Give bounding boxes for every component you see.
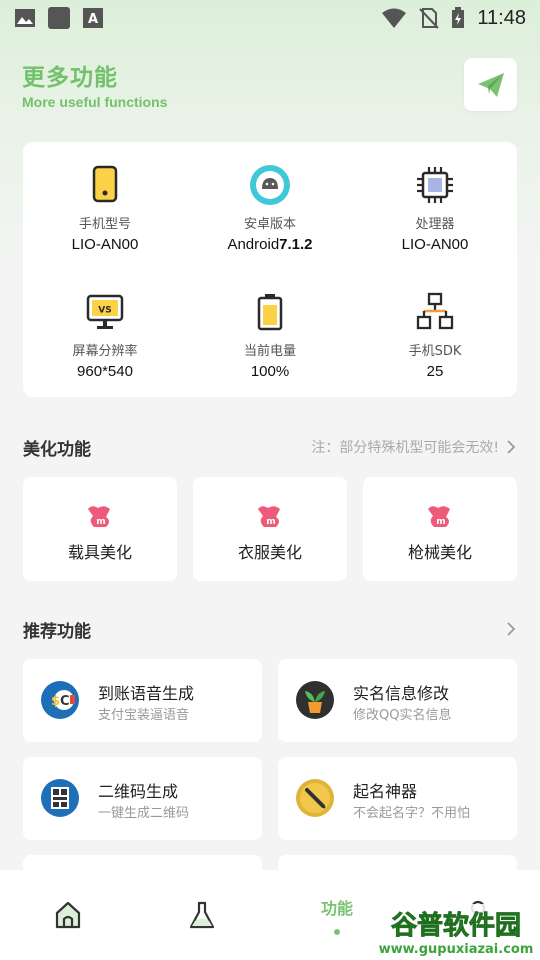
- nav-label: 功能: [320, 899, 353, 918]
- card-title: 起名神器: [353, 782, 418, 801]
- app-notification-icon: [48, 7, 70, 29]
- clothes-beautify-card[interactable]: m 衣服美化: [193, 477, 347, 581]
- beautify-m-icon: m: [88, 506, 110, 527]
- info-value: Android7.1.2: [227, 236, 313, 253]
- info-processor: 处理器 LIO-AN00: [353, 164, 517, 253]
- nav-home[interactable]: [46, 870, 90, 960]
- recommend-section-header[interactable]: 推荐功能: [23, 617, 517, 642]
- info-value: LIO-AN00: [71, 236, 139, 253]
- card-subtitle: 支付宝装逼语音: [98, 708, 190, 723]
- clock: 11:48: [477, 6, 526, 29]
- section-note: 注：部分特殊机型可能会无效!: [311, 440, 499, 456]
- card-subtitle: 一键生成二维码: [98, 806, 190, 821]
- card-label: 枪械美化: [407, 543, 472, 562]
- weapon-beautify-card[interactable]: m 枪械美化: [363, 477, 517, 581]
- beautify-m-icon: m: [258, 506, 280, 527]
- info-phone-model: 手机型号 LIO-AN00: [23, 164, 187, 253]
- qrcode-generator-card[interactable]: 二维码生成 一键生成二维码: [23, 757, 262, 840]
- battery-icon: [257, 294, 283, 331]
- page-header: 更多功能 More useful functions: [22, 58, 167, 110]
- active-indicator: [334, 929, 340, 935]
- android-icon: [250, 165, 290, 205]
- svg-text:$: $: [51, 694, 60, 709]
- monitor-icon: VS: [86, 294, 124, 329]
- status-bar: A 11:48: [0, 0, 540, 36]
- svg-text:VS: VS: [98, 306, 111, 316]
- card-label: 衣服美化: [237, 543, 302, 562]
- section-title: 美化功能: [23, 439, 91, 460]
- svg-text:m: m: [96, 517, 105, 527]
- realname-edit-card[interactable]: 实名信息修改 修改QQ实名信息: [278, 659, 517, 742]
- battery-charging-icon: [452, 7, 465, 28]
- plant-pot-icon: [296, 681, 334, 719]
- naming-tool-card[interactable]: 起名神器 不会起名字？不用怕: [278, 757, 517, 840]
- card-label: 载具美化: [67, 543, 132, 562]
- vehicle-beautify-card[interactable]: m 载具美化: [23, 477, 177, 581]
- info-sdk: 手机SDK 25: [353, 291, 517, 380]
- beautify-m-icon: m: [428, 506, 450, 527]
- card-title: 二维码生成: [98, 782, 179, 801]
- send-button[interactable]: [464, 58, 517, 111]
- nav-lab[interactable]: [180, 870, 224, 960]
- gallery-icon: [15, 9, 35, 27]
- wifi-icon: [382, 8, 407, 28]
- voice-generator-card[interactable]: $ C 到账语音生成 支付宝装逼语音: [23, 659, 262, 742]
- paper-plane-icon: [477, 72, 504, 97]
- watermark-logo: 谷普软件园 www.gupuxiazai.com: [374, 904, 539, 958]
- nav-functions[interactable]: 功能: [300, 870, 374, 960]
- qrcode-icon: [41, 779, 79, 817]
- home-icon: [55, 901, 81, 929]
- no-sim-icon: [419, 8, 440, 29]
- info-value: 100%: [250, 363, 290, 380]
- flask-icon: [189, 901, 215, 929]
- page-subtitle: More useful functions: [22, 94, 168, 110]
- info-value: LIO-AN00: [401, 236, 469, 253]
- font-app-icon: A: [83, 8, 103, 28]
- info-label: 手机型号: [78, 217, 131, 232]
- card-title: 到账语音生成: [98, 684, 195, 703]
- info-resolution: VS 屏幕分辨率 960*540: [23, 291, 187, 380]
- chevron-right-icon: [507, 622, 516, 636]
- card-title: 实名信息修改: [353, 684, 450, 703]
- cpu-icon: [417, 167, 453, 203]
- card-subtitle: 不会起名字？不用怕: [353, 806, 471, 821]
- info-label: 安卓版本: [243, 217, 296, 232]
- phone-icon: [92, 165, 118, 203]
- pen-icon: [296, 779, 334, 817]
- info-label: 手机SDK: [408, 344, 462, 359]
- svg-text:A: A: [88, 12, 98, 27]
- info-android-version: 安卓版本 Android7.1.2: [188, 164, 352, 253]
- info-value: 25: [426, 363, 444, 380]
- page-title: 更多功能: [22, 65, 118, 91]
- svg-text:www.gupuxiazai.com: www.gupuxiazai.com: [379, 942, 534, 957]
- beautify-section-header[interactable]: 美化功能 注：部分特殊机型可能会无效!: [23, 435, 517, 460]
- info-battery: 当前电量 100%: [188, 291, 352, 380]
- chevron-right-icon: [507, 440, 516, 454]
- sdk-network-icon: [416, 292, 454, 330]
- section-title: 推荐功能: [23, 621, 91, 642]
- card-subtitle: 修改QQ实名信息: [353, 708, 452, 723]
- svg-text:谷普软件园: 谷普软件园: [391, 910, 521, 941]
- info-label: 屏幕分辨率: [72, 344, 138, 359]
- svg-text:m: m: [436, 517, 445, 527]
- svg-text:m: m: [266, 517, 275, 527]
- info-label: 当前电量: [243, 344, 296, 359]
- money-voice-icon: $ C: [41, 681, 79, 719]
- device-info-card: 手机型号 LIO-AN00 安卓版本 Android7.1.2 处理器 LIO-…: [23, 142, 517, 397]
- info-value: 960*540: [77, 363, 133, 380]
- svg-text:C: C: [60, 694, 70, 709]
- info-label: 处理器: [415, 217, 455, 232]
